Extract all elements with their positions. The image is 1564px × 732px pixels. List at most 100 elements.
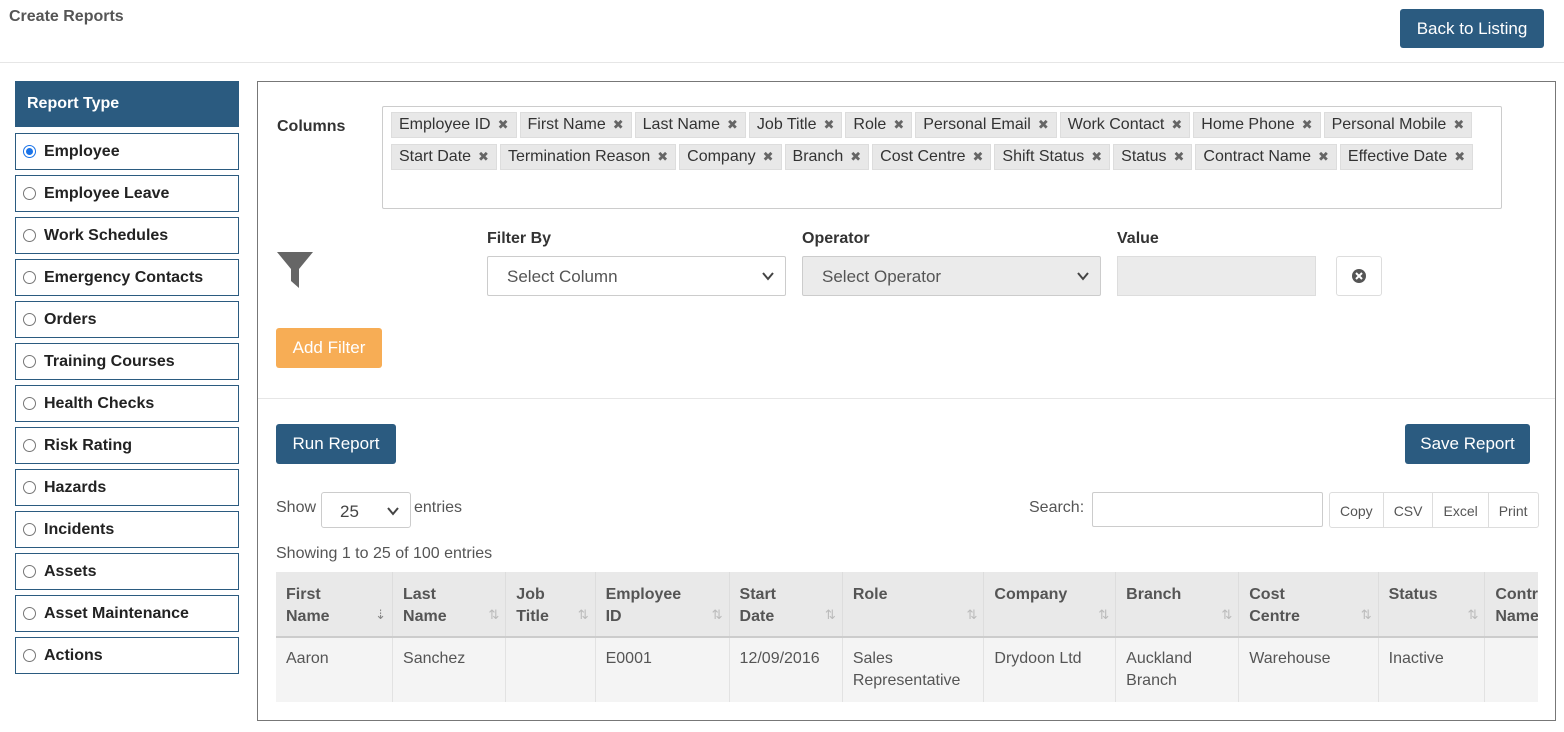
report-type-option[interactable]: Training Courses	[15, 343, 239, 380]
column-header[interactable]: Employee ID ⇅	[595, 572, 730, 638]
report-type-option[interactable]: Hazards	[15, 469, 239, 506]
report-type-option[interactable]: Assets	[15, 553, 239, 590]
remove-tag-icon[interactable]: ✖	[763, 149, 774, 165]
radio-button[interactable]	[23, 439, 36, 452]
filter-column-select[interactable]: Select Column	[487, 256, 786, 296]
remove-tag-icon[interactable]: ✖	[657, 149, 668, 165]
remove-tag-icon[interactable]: ✖	[1302, 117, 1313, 133]
table-row: Aaron Sanchez E0001 12/09/2016 Sales Represen…	[276, 637, 1538, 702]
save-report-button[interactable]: Save Report	[1405, 424, 1530, 464]
column-tag: Job Title ✖	[748, 112, 843, 138]
report-type-option[interactable]: Work Schedules	[15, 217, 239, 254]
column-header[interactable]: Status ⇅	[1378, 572, 1486, 638]
column-header-label: Role	[852, 586, 888, 603]
radio-button[interactable]	[23, 565, 36, 578]
clear-filter-button[interactable]	[1336, 256, 1382, 296]
column-tag: Effective Date ✖	[1339, 144, 1474, 170]
remove-tag-icon[interactable]: ✖	[1454, 149, 1465, 165]
top-bar: Create Reports Back to Listing	[0, 0, 1564, 63]
radio-button[interactable]	[23, 397, 36, 410]
filter-icon	[277, 252, 313, 288]
remove-tag-icon[interactable]: ✖	[478, 149, 489, 165]
column-tag: Company ✖	[679, 144, 782, 170]
report-type-option[interactable]: Asset Maintenance	[15, 595, 239, 632]
report-type-label: Employee	[44, 142, 120, 160]
export-button[interactable]: Print	[1489, 493, 1538, 527]
column-header[interactable]: Cost Centre ⇅	[1238, 572, 1379, 638]
report-type-label: Incidents	[44, 520, 115, 538]
column-header[interactable]: ContractName⇅	[1484, 572, 1538, 638]
remove-tag-icon[interactable]: ✖	[498, 117, 509, 133]
columns-multiselect[interactable]: Employee ID ✖ First Name ✖ Last Name ✖ Job Tit…	[382, 106, 1502, 209]
column-header-label: Employee	[605, 586, 682, 603]
divider	[258, 398, 1555, 399]
column-tag: Termination Reason ✖	[499, 144, 677, 170]
remove-tag-icon[interactable]: ✖	[1038, 117, 1049, 133]
report-type-option[interactable]: Health Checks	[15, 385, 239, 422]
radio-button[interactable]	[23, 145, 36, 158]
report-type-label: Orders	[44, 310, 97, 328]
column-header[interactable]: Start Date ⇅	[729, 572, 843, 638]
report-type-option[interactable]: Risk Rating	[15, 427, 239, 464]
column-header-label: Job	[516, 586, 545, 603]
report-type-option[interactable]: Emergency Contacts	[15, 259, 239, 296]
column-header-label: Start	[739, 586, 776, 603]
export-button[interactable]: Copy	[1330, 493, 1384, 527]
table-cell: E0001	[595, 637, 730, 702]
chevron-down-icon	[1077, 272, 1089, 281]
radio-button[interactable]	[23, 355, 36, 368]
column-header[interactable]: Job Title ⇅	[505, 572, 596, 638]
remove-tag-icon[interactable]: ✖	[824, 117, 835, 133]
radio-button[interactable]	[23, 649, 36, 662]
column-header-label: ID	[605, 608, 622, 625]
remove-tag-icon[interactable]: ✖	[1453, 117, 1464, 133]
operator-select[interactable]: Select Operator	[802, 256, 1101, 296]
radio-button[interactable]	[23, 523, 36, 536]
report-type-sidebar: Report Type Employee Employee Leave Work S…	[15, 81, 239, 674]
remove-tag-icon[interactable]: ✖	[850, 149, 861, 165]
radio-button[interactable]	[23, 313, 36, 326]
column-tag-label: Status	[1121, 148, 1167, 165]
column-header[interactable]: First Name ⇣	[276, 572, 394, 638]
table-cell-text: Sanchez	[403, 650, 466, 667]
radio-button[interactable]	[23, 481, 36, 494]
table-cell	[1484, 637, 1538, 702]
column-header[interactable]: Branch ⇅	[1115, 572, 1240, 638]
page-length-select[interactable]: 25	[321, 492, 411, 528]
column-tag-label: Company	[687, 148, 756, 165]
report-type-option[interactable]: Employee Leave	[15, 175, 239, 212]
remove-tag-icon[interactable]: ✖	[893, 117, 904, 133]
remove-tag-icon[interactable]: ✖	[1174, 149, 1185, 165]
filter-value-input[interactable]	[1117, 256, 1316, 296]
report-type-option[interactable]: Actions	[15, 637, 239, 674]
remove-tag-icon[interactable]: ✖	[1318, 149, 1329, 165]
column-tag-label: Start Date	[399, 148, 472, 165]
column-header[interactable]: Last Name ⇅	[392, 572, 507, 638]
radio-button[interactable]	[23, 271, 36, 284]
report-type-option[interactable]: Incidents	[15, 511, 239, 548]
remove-tag-icon[interactable]: ✖	[1091, 149, 1102, 165]
column-tag: Personal Email ✖	[915, 112, 1057, 138]
report-type-label: Risk Rating	[44, 436, 133, 454]
remove-tag-icon[interactable]: ✖	[973, 149, 984, 165]
search-input[interactable]	[1092, 492, 1323, 527]
report-type-option[interactable]: Employee	[15, 133, 239, 170]
export-button[interactable]: Excel	[1433, 493, 1489, 527]
column-tag: Employee ID ✖	[391, 112, 517, 138]
radio-button[interactable]	[23, 229, 36, 242]
column-tag-label: Work Contact	[1067, 116, 1165, 133]
remove-tag-icon[interactable]: ✖	[727, 117, 738, 133]
export-button[interactable]: CSV	[1384, 493, 1434, 527]
report-type-header: Report Type	[15, 81, 239, 127]
remove-tag-icon[interactable]: ✖	[613, 117, 624, 133]
column-header[interactable]: Company ⇅	[983, 572, 1117, 638]
run-report-button[interactable]: Run Report	[276, 424, 396, 464]
radio-button[interactable]	[23, 187, 36, 200]
remove-tag-icon[interactable]: ✖	[1171, 117, 1182, 133]
report-type-option[interactable]: Orders	[15, 301, 239, 338]
add-filter-button[interactable]: Add Filter	[276, 328, 382, 368]
back-to-listing-button[interactable]: Back to Listing	[1400, 9, 1544, 48]
report-table: First Name ⇣ Last Name ⇅ Job Title ⇅ Employee ID ⇅ S…	[276, 572, 1538, 732]
column-header[interactable]: Role ⇅	[842, 572, 985, 638]
radio-button[interactable]	[23, 607, 36, 620]
